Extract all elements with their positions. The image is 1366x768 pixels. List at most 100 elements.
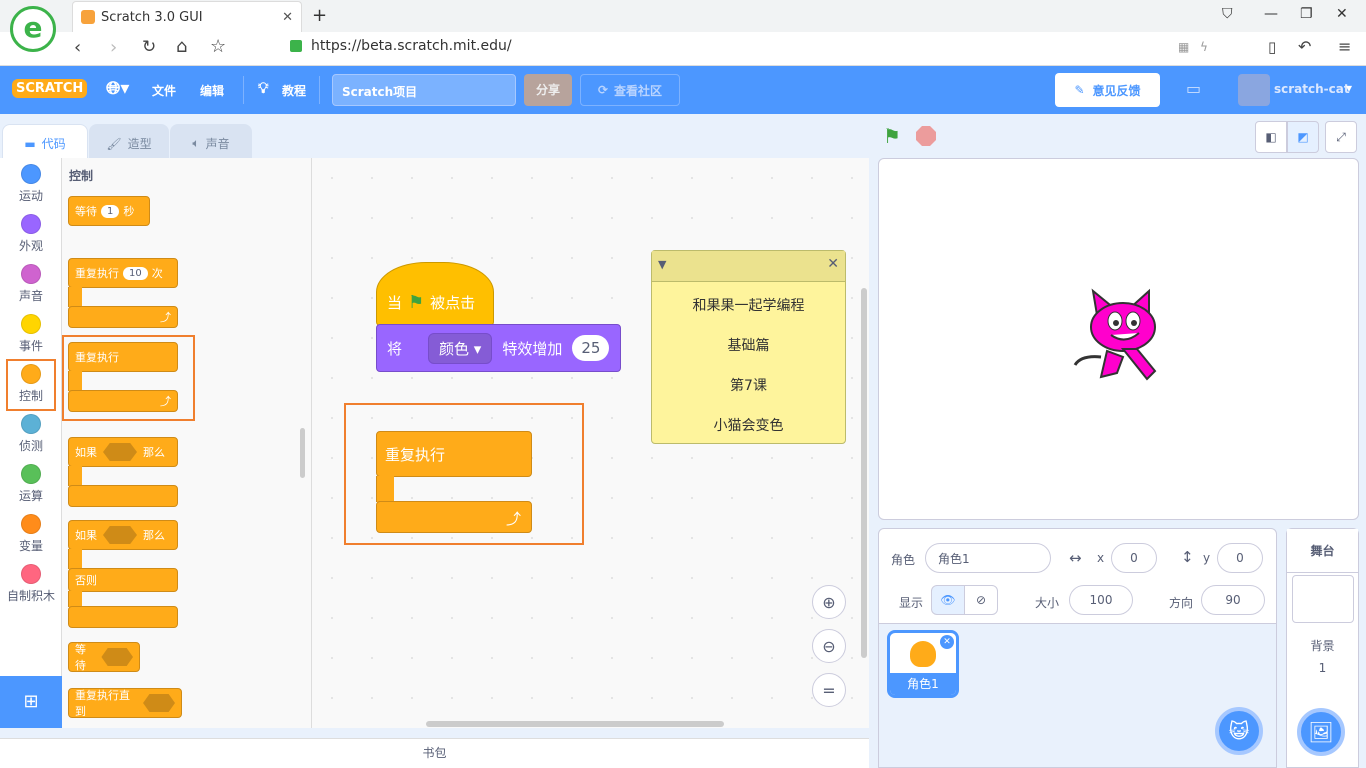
workspace-horizontal-scrollbar[interactable]: [426, 721, 724, 727]
change-effect-block[interactable]: 将 颜色 ▾ 特效增加 25: [376, 324, 621, 372]
category-6[interactable]: 运算: [0, 458, 62, 508]
when-flag-clicked-block[interactable]: 当 ⚑ 被点击: [376, 262, 494, 326]
new-tab-icon[interactable]: +: [312, 5, 327, 26]
feedback-button[interactable]: ✎ 意见反馈: [1055, 73, 1160, 107]
qr-icon[interactable]: ▦: [1178, 40, 1189, 54]
menu-file[interactable]: 文件: [152, 82, 176, 99]
undo-icon[interactable]: ↶: [1298, 37, 1311, 56]
stage-thumbnail[interactable]: [1292, 575, 1354, 623]
reader-icon[interactable]: ▯: [1268, 38, 1276, 56]
shirt-icon[interactable]: ⛉: [1222, 6, 1233, 22]
repeat-block[interactable]: 重复执行 10 次: [68, 258, 178, 288]
see-community-button[interactable]: ⟳ 查看社区: [580, 74, 680, 106]
forever-script-block[interactable]: 重复执行: [376, 431, 532, 477]
palette-scrollbar[interactable]: [300, 428, 305, 478]
small-stage-icon[interactable]: ◧: [1255, 121, 1287, 153]
sprite-name-input[interactable]: 角色1: [925, 543, 1051, 573]
zoom-in-icon[interactable]: ⊕: [812, 585, 846, 619]
avatar[interactable]: [1238, 74, 1270, 106]
script-workspace[interactable]: 当 ⚑ 被点击 将 颜色 ▾ 特效增加 25 重复执行 ⤴ ▼ ✕ 和果果一起学…: [312, 158, 869, 728]
condition-slot[interactable]: [103, 526, 137, 544]
then-label: 那么: [143, 446, 165, 459]
effect-amount-input[interactable]: 25: [572, 335, 610, 361]
project-title-input[interactable]: Scratch项目: [332, 74, 516, 106]
lightning-icon[interactable]: ϟ: [1200, 40, 1208, 54]
show-hidden-button[interactable]: ⊘: [964, 585, 998, 615]
add-extension-button[interactable]: ⊞: [0, 676, 62, 728]
stage-canvas[interactable]: [878, 158, 1359, 520]
category-1[interactable]: 外观: [0, 208, 62, 258]
wait-until-block[interactable]: 等待: [68, 642, 140, 672]
home-icon[interactable]: ⌂: [176, 36, 187, 57]
cat-sprite[interactable]: [1071, 287, 1167, 391]
close-note-icon[interactable]: ✕: [827, 256, 839, 272]
category-0[interactable]: 运动: [0, 158, 62, 208]
normal-stage-icon[interactable]: ◩: [1287, 121, 1319, 153]
forward-icon[interactable]: ›: [110, 37, 117, 58]
direction-input[interactable]: 90: [1201, 585, 1265, 615]
collapse-triangle-icon[interactable]: ▼: [658, 258, 666, 271]
repeat-until-block[interactable]: 重复执行直到: [68, 688, 182, 718]
stop-icon[interactable]: [916, 126, 936, 146]
backpack[interactable]: 书包: [0, 738, 869, 768]
language-globe-icon[interactable]: 🌐︎▾: [106, 78, 129, 99]
tab-sounds[interactable]: 🔈︎ 声音: [170, 124, 252, 162]
favorite-star-icon[interactable]: ☆: [210, 36, 226, 57]
condition-slot[interactable]: [143, 694, 175, 712]
restore-icon[interactable]: ❐: [1300, 6, 1313, 22]
effect-dropdown[interactable]: 颜色 ▾: [428, 332, 493, 364]
comment-note[interactable]: ▼ ✕ 和果果一起学编程 基础篇 第7课 小猫会变色: [651, 250, 846, 444]
sprite-thumbnail[interactable]: 角色1 ✕: [887, 630, 959, 698]
wait-seconds-input[interactable]: 1: [101, 204, 120, 218]
note-header[interactable]: ▼ ✕: [652, 251, 845, 282]
minimize-icon[interactable]: —: [1264, 6, 1278, 22]
my-stuff-folder-icon[interactable]: ▭: [1186, 79, 1201, 98]
fullscreen-icon[interactable]: ⤢: [1325, 121, 1357, 153]
sprite-label: 角色: [891, 553, 916, 567]
condition-slot[interactable]: [101, 648, 133, 666]
category-2[interactable]: 声音: [0, 258, 62, 308]
tab-code[interactable]: ▬ 代码: [2, 124, 88, 162]
username[interactable]: scratch-cat: [1274, 82, 1350, 96]
category-5[interactable]: 侦测: [0, 408, 62, 458]
add-backdrop-icon[interactable]: 🖼︎: [1297, 708, 1345, 756]
menu-edit[interactable]: 编辑: [200, 82, 224, 99]
green-flag-icon[interactable]: ⚑: [883, 124, 901, 148]
category-color-dot: [21, 414, 41, 434]
y-input[interactable]: 0: [1217, 543, 1263, 573]
repeat-count-input[interactable]: 10: [123, 266, 148, 280]
address-bar[interactable]: https://beta.scratch.mit.edu/: [311, 38, 512, 54]
delete-sprite-icon[interactable]: ✕: [940, 635, 954, 649]
show-visible-button[interactable]: 👁︎: [931, 585, 965, 615]
x-input[interactable]: 0: [1111, 543, 1157, 573]
menu-tutorials[interactable]: 教程: [282, 82, 306, 99]
close-window-icon[interactable]: ✕: [1336, 6, 1348, 22]
change-effect-label: 特效增加: [502, 339, 563, 358]
backdrop-count: 1: [1318, 661, 1327, 675]
chevron-down-icon[interactable]: ▾: [1346, 81, 1352, 95]
note-line: 第7课: [730, 378, 767, 394]
category-8[interactable]: 自制积木: [0, 558, 62, 608]
menu-icon[interactable]: ≡: [1338, 37, 1351, 56]
category-7[interactable]: 变量: [0, 508, 62, 558]
scratch-logo[interactable]: SCRATCH: [12, 79, 88, 98]
back-icon[interactable]: ‹: [74, 37, 81, 58]
wait-block[interactable]: 等待 1 秒: [68, 196, 150, 226]
code-icon: ▬: [24, 136, 36, 151]
share-button[interactable]: 分享: [524, 74, 572, 106]
size-input[interactable]: 100: [1069, 585, 1133, 615]
zoom-out-icon[interactable]: ⊖: [812, 629, 846, 663]
tab-costumes[interactable]: 🖌︎ 造型: [89, 124, 169, 162]
browser-tab[interactable]: Scratch 3.0 GUI ✕: [72, 1, 302, 32]
condition-slot[interactable]: [103, 443, 137, 461]
stage-selector[interactable]: 舞台 背景 1 🖼︎: [1286, 528, 1359, 768]
reload-icon[interactable]: ↻: [142, 37, 156, 57]
workspace-vertical-scrollbar[interactable]: [861, 288, 867, 658]
add-sprite-icon[interactable]: 😺︎: [1215, 707, 1263, 755]
category-3[interactable]: 事件: [0, 308, 62, 358]
if-then-block[interactable]: 如果 那么: [68, 437, 178, 467]
close-tab-icon[interactable]: ✕: [282, 10, 293, 25]
lightbulb-icon[interactable]: 💡︎: [258, 79, 269, 97]
if-else-block[interactable]: 如果 那么: [68, 520, 178, 550]
zoom-reset-icon[interactable]: =: [812, 673, 846, 707]
